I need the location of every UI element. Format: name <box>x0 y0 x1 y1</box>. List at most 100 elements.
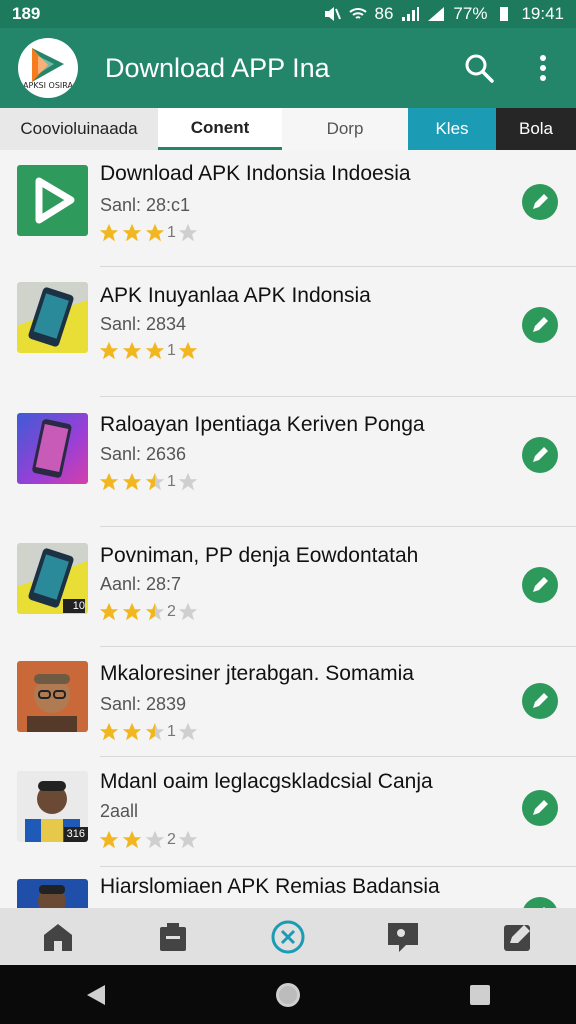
star-icon <box>145 341 165 360</box>
tab-2[interactable]: Conent <box>158 108 282 150</box>
star-empty-icon <box>178 472 198 491</box>
item-rating: 1 <box>98 222 199 244</box>
download-button[interactable] <box>522 307 558 343</box>
item-title: Download APK Indonsia Indoesia <box>100 162 411 185</box>
item-rating: 1 <box>98 721 199 743</box>
app-thumbnail <box>17 661 88 732</box>
item-subtitle: Sanl: 2636 <box>100 444 187 464</box>
download-button[interactable] <box>522 437 558 473</box>
download-button[interactable] <box>522 897 558 908</box>
pencil-icon <box>533 317 548 332</box>
star-icon <box>145 223 165 242</box>
nav-center-button[interactable] <box>266 915 310 959</box>
list-item[interactable]: Mkaloresiner jterabgan. Somamia Sanl: 28… <box>0 647 576 757</box>
tab-3[interactable]: Dorp <box>282 108 408 150</box>
item-title: Hiarslomiaen APK Remias Badansia <box>100 875 440 898</box>
star-icon <box>122 341 142 360</box>
close-circle-icon <box>271 920 305 953</box>
nav-home-button[interactable] <box>36 915 80 959</box>
app-thumbnail <box>17 879 88 908</box>
tab-5[interactable]: Bola <box>496 108 576 150</box>
battery-icon <box>500 7 509 21</box>
person-icon <box>38 885 66 908</box>
item-title: APK Inuyanlaa APK Indonsia <box>100 284 371 307</box>
download-button[interactable] <box>522 683 558 719</box>
list-item[interactable]: 10 Povniman, PP denja Eowdontatah Aanl: … <box>0 527 576 647</box>
star-empty-icon <box>145 830 165 849</box>
item-title: Mdanl oaim leglacgskladcsial Canja <box>100 770 433 793</box>
nav-edit-button[interactable] <box>496 915 540 959</box>
mute-icon <box>324 7 341 21</box>
pencil-icon <box>533 447 548 462</box>
star-half-icon <box>145 722 165 741</box>
app-bar: APKSI OSIRA Download APP Ina <box>0 28 576 108</box>
system-back-button[interactable] <box>74 973 118 1017</box>
star-icon <box>99 341 119 360</box>
nav-clipboard-button[interactable] <box>151 915 195 959</box>
item-title: Mkaloresiner jterabgan. Somamia <box>100 662 414 685</box>
list-item[interactable]: APK Inuyanlaa APK Indonsia Sanl: 2834 1 <box>0 267 576 397</box>
system-nav <box>0 965 576 1024</box>
system-home-button[interactable] <box>266 973 310 1017</box>
signal-icon <box>402 7 420 21</box>
status-time-left: 189 <box>12 4 41 23</box>
list-item[interactable]: Raloayan Ipentiaga Keriven Ponga Sanl: 2… <box>0 397 576 527</box>
star-icon <box>99 722 119 741</box>
rating-count: 2 <box>167 603 176 620</box>
bottom-nav <box>0 908 576 965</box>
star-icon <box>99 830 119 849</box>
system-recents-button[interactable] <box>458 973 502 1017</box>
star-empty-icon <box>178 602 198 621</box>
more-menu-button[interactable] <box>526 51 560 85</box>
more-vert-icon <box>540 55 546 81</box>
app-logo[interactable]: APKSI OSIRA <box>18 38 78 98</box>
download-button[interactable] <box>522 184 558 220</box>
app-thumbnail: 316 <box>17 771 88 842</box>
signal-2-icon <box>428 7 445 21</box>
item-subtitle: Sanl: 2839 <box>100 694 187 714</box>
tab-4[interactable]: Kles <box>408 108 496 150</box>
thumb-badge: 316 <box>66 828 85 840</box>
rating-count: 1 <box>167 473 176 490</box>
rating-count: 1 <box>167 342 176 359</box>
nav-chat-button[interactable] <box>381 915 425 959</box>
status-bar: 189 86 77% 19:41 <box>0 0 576 28</box>
tab-1[interactable]: Coovioluinaada <box>0 108 158 150</box>
item-title: Raloayan Ipentiaga Keriven Ponga <box>100 413 425 436</box>
star-icon <box>122 602 142 621</box>
rating-count: 1 <box>167 224 176 241</box>
list-item[interactable]: 316 Mdanl oaim leglacgskladcsial Canja 2… <box>0 757 576 867</box>
download-button[interactable] <box>522 790 558 826</box>
rating-count: 1 <box>167 723 176 740</box>
star-icon <box>99 472 119 491</box>
pencil-icon <box>533 800 548 815</box>
status-clock: 19:41 <box>521 4 564 23</box>
play-thumb-icon <box>35 177 75 224</box>
star-icon <box>122 472 142 491</box>
item-subtitle: Sanl: 2834 <box>100 314 187 334</box>
back-triangle-icon <box>87 984 105 1005</box>
person-icon <box>27 674 77 732</box>
phone-icon <box>32 419 72 478</box>
star-empty-icon <box>178 223 198 242</box>
star-icon <box>122 722 142 741</box>
item-rating: 2 <box>98 601 199 623</box>
edit-icon <box>504 924 531 951</box>
star-half-icon <box>145 472 165 491</box>
item-rating: 1 <box>98 471 199 493</box>
item-subtitle: Sanl: 28:c1 <box>100 195 191 215</box>
list-item[interactable]: Hiarslomiaen APK Remias Badansia <box>0 867 576 908</box>
thumb-badge: 10 <box>72 600 85 612</box>
star-icon <box>122 223 142 242</box>
home-icon <box>43 923 72 951</box>
item-subtitle: 2aall <box>100 801 139 821</box>
app-thumbnail <box>17 165 88 236</box>
star-half-icon <box>145 602 165 621</box>
item-title: Povniman, PP denja Eowdontatah <box>100 544 419 567</box>
star-empty-icon <box>178 722 198 741</box>
star-icon <box>122 830 142 849</box>
download-button[interactable] <box>522 567 558 603</box>
list-item[interactable]: Download APK Indonsia Indoesia Sanl: 28:… <box>0 152 576 267</box>
search-button[interactable] <box>462 51 496 85</box>
pencil-icon <box>533 577 548 592</box>
